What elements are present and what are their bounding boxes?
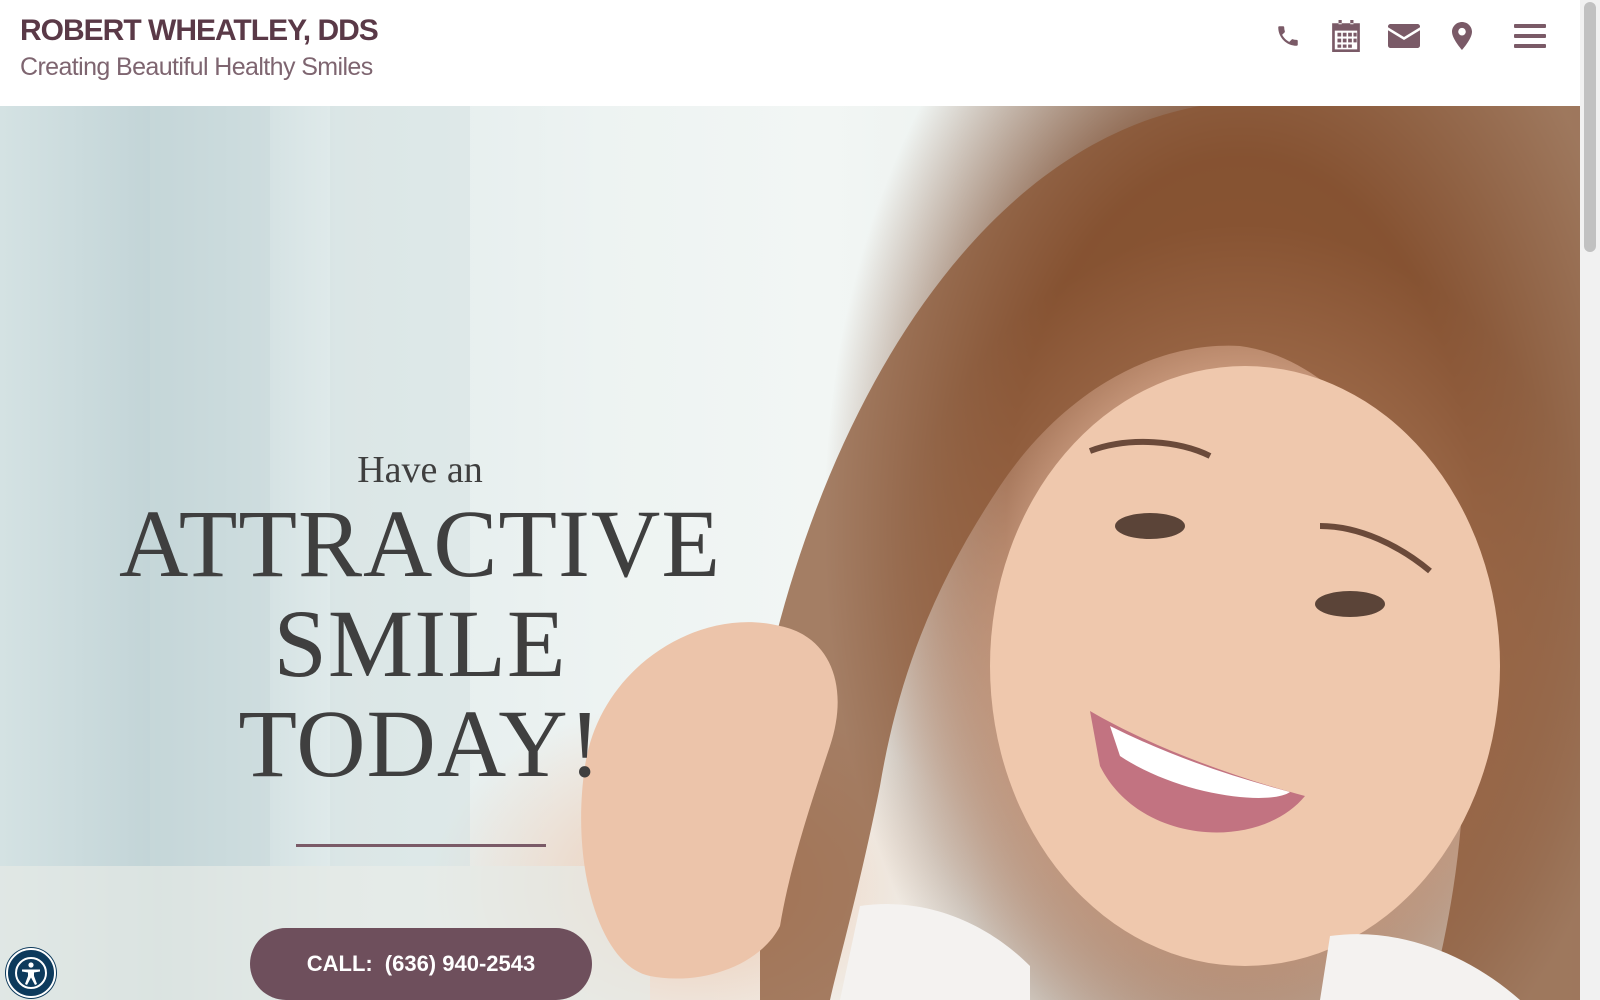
brand-tagline: Creating Beautiful Healthy Smiles bbox=[20, 53, 373, 81]
site-header: ROBERT WHEATLEY, DDS Creating Beautiful … bbox=[0, 0, 1580, 106]
brand-name[interactable]: ROBERT WHEATLEY, DDS bbox=[20, 14, 379, 48]
call-button-phone: (636) 940-2543 bbox=[384, 951, 536, 976]
hero-banner: Have an ATTRACTIVE SMILE TODAY! bbox=[0, 106, 1580, 1000]
map-pin-icon[interactable] bbox=[1444, 18, 1480, 54]
calendar-icon[interactable] bbox=[1328, 18, 1364, 54]
hero-headline: Have an ATTRACTIVE SMILE TODAY! bbox=[80, 446, 760, 794]
page-scrollbar[interactable] bbox=[1580, 0, 1600, 1000]
envelope-icon[interactable] bbox=[1386, 18, 1422, 54]
accessibility-icon bbox=[15, 957, 47, 989]
accessibility-button[interactable] bbox=[6, 948, 56, 998]
hamburger-menu-icon[interactable] bbox=[1512, 18, 1548, 54]
hero-line-2: ATTRACTIVE bbox=[119, 490, 721, 597]
hero-line-1: Have an bbox=[357, 449, 483, 491]
call-button-label: CALL: bbox=[306, 951, 373, 976]
hero-line-3: SMILE bbox=[273, 590, 567, 697]
hero-divider bbox=[296, 844, 546, 847]
hero-line-4: TODAY! bbox=[238, 690, 602, 797]
phone-icon[interactable] bbox=[1270, 18, 1306, 54]
call-button[interactable]: CALL: (636) 940-2543 bbox=[250, 928, 592, 1000]
scrollbar-thumb[interactable] bbox=[1584, 2, 1596, 252]
